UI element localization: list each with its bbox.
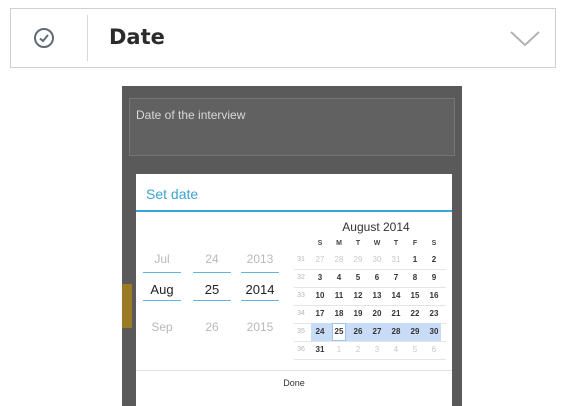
month-line-top xyxy=(143,272,181,273)
calendar-day[interactable]: 15 xyxy=(408,288,422,304)
week-number: 33 xyxy=(297,292,305,299)
question-text: Date of the interview xyxy=(136,108,246,122)
done-button[interactable]: Done xyxy=(136,378,452,388)
calendar-day[interactable]: 26 xyxy=(351,324,365,340)
year-current[interactable]: 2014 xyxy=(240,282,280,297)
calendar-day[interactable]: 16 xyxy=(427,288,441,304)
calendar-day[interactable]: 2 xyxy=(427,252,441,268)
calendar-day[interactable]: 23 xyxy=(427,306,441,322)
calendar-day[interactable]: 28 xyxy=(332,252,346,268)
calendar-day[interactable]: 29 xyxy=(351,252,365,268)
calendar-day[interactable]: 3 xyxy=(370,342,384,358)
calendar-day[interactable]: 21 xyxy=(389,306,403,322)
calendar-day[interactable]: 7 xyxy=(389,270,403,286)
calendar-day[interactable]: 17 xyxy=(313,306,327,322)
day-next[interactable]: 26 xyxy=(192,320,232,334)
clock-icon xyxy=(34,28,54,48)
weekday-header: S xyxy=(431,240,437,247)
calendar-day[interactable]: 8 xyxy=(408,270,422,286)
calendar-day[interactable]: 29 xyxy=(408,324,422,340)
calendar-day[interactable]: 19 xyxy=(351,306,365,322)
calendar-day[interactable]: 3 xyxy=(313,270,327,286)
calendar-day[interactable]: 27 xyxy=(370,324,384,340)
calendar-day[interactable]: 28 xyxy=(389,324,403,340)
question-box[interactable]: Date of the interview xyxy=(129,98,455,156)
device-screen: Date of the interview Set date Jul Aug S… xyxy=(122,86,462,406)
calendar-day[interactable]: 30 xyxy=(370,252,384,268)
year-prev[interactable]: 2013 xyxy=(240,252,280,266)
calendar-day-selected[interactable]: 25 xyxy=(332,324,346,340)
calendar-day[interactable]: 22 xyxy=(408,306,422,322)
weekday-header: W xyxy=(373,240,381,247)
calendar-day[interactable]: 12 xyxy=(351,288,365,304)
day-prev[interactable]: 24 xyxy=(192,252,232,266)
year-next[interactable]: 2015 xyxy=(240,320,280,334)
weekday-header: T xyxy=(393,240,399,247)
done-divider xyxy=(136,370,452,371)
week-number: 32 xyxy=(297,274,305,281)
weekday-header: M xyxy=(336,240,342,247)
weekday-header: T xyxy=(355,240,361,247)
calendar-day[interactable]: 18 xyxy=(332,306,346,322)
year-line-top xyxy=(241,272,279,273)
month-prev[interactable]: Jul xyxy=(142,252,182,266)
field-label: Date xyxy=(109,25,165,49)
month-next[interactable]: Sep xyxy=(142,320,182,334)
side-tab xyxy=(122,284,132,328)
calendar-day[interactable]: 14 xyxy=(389,288,403,304)
calendar-day[interactable]: 11 xyxy=(332,288,346,304)
date-field[interactable]: Date xyxy=(10,8,556,68)
calendar-day[interactable]: 31 xyxy=(389,252,403,268)
calendar-row-divider xyxy=(294,359,446,360)
weekday-header: S xyxy=(317,240,323,247)
year-line-bottom xyxy=(241,300,279,301)
calendar-day[interactable]: 2 xyxy=(351,342,365,358)
calendar-day[interactable]: 13 xyxy=(370,288,384,304)
field-divider xyxy=(87,15,88,61)
calendar-day[interactable]: 1 xyxy=(332,342,346,358)
calendar-month-title: August 2014 xyxy=(342,220,410,234)
weekday-header: F xyxy=(412,240,418,247)
calendar-day[interactable]: 6 xyxy=(370,270,384,286)
dialog-title: Set date xyxy=(146,186,199,202)
calendar-day[interactable]: 6 xyxy=(427,342,441,358)
calendar-day[interactable]: 31 xyxy=(313,342,327,358)
calendar-day[interactable]: 20 xyxy=(370,306,384,322)
week-number: 31 xyxy=(297,256,305,263)
month-current[interactable]: Aug xyxy=(142,282,182,297)
week-number: 34 xyxy=(297,310,305,317)
calendar-day[interactable]: 5 xyxy=(351,270,365,286)
calendar-day[interactable]: 9 xyxy=(427,270,441,286)
calendar-day[interactable]: 24 xyxy=(313,324,327,340)
calendar-day[interactable]: 4 xyxy=(389,342,403,358)
calendar-day[interactable]: 5 xyxy=(408,342,422,358)
calendar-day[interactable]: 30 xyxy=(427,324,441,340)
day-current[interactable]: 25 xyxy=(192,282,232,297)
day-line-bottom xyxy=(193,300,231,301)
month-line-bottom xyxy=(143,300,181,301)
date-picker-dialog: Set date Jul Aug Sep 24 25 26 2013 2014 … xyxy=(136,174,452,406)
day-line-top xyxy=(193,272,231,273)
calendar-day[interactable]: 1 xyxy=(408,252,422,268)
week-number: 35 xyxy=(297,328,305,335)
calendar-day[interactable]: 4 xyxy=(332,270,346,286)
chevron-down-icon[interactable] xyxy=(509,29,541,49)
dialog-title-rule xyxy=(136,210,452,212)
calendar-day[interactable]: 27 xyxy=(313,252,327,268)
calendar-day[interactable]: 10 xyxy=(313,288,327,304)
week-number: 36 xyxy=(297,346,305,353)
